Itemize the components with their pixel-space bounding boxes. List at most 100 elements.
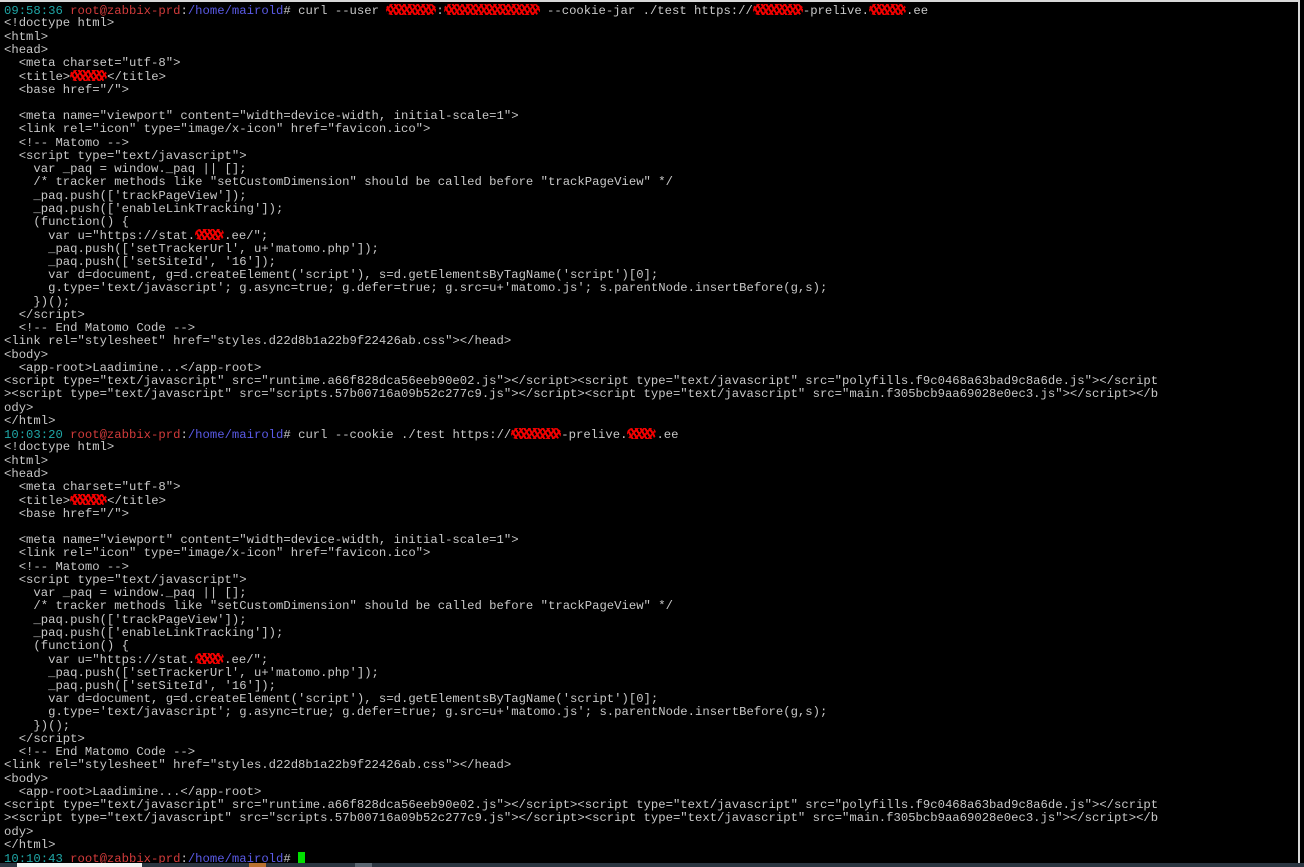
line-text: _paq.push(['trackPageView']); — [4, 612, 247, 627]
line-text: <link rel="icon" type="image/x-icon" hre… — [4, 122, 431, 137]
line-text: <link rel="stylesheet" href="styles.d22d… — [4, 758, 512, 773]
terminal-line: <script type="text/javascript" src="runt… — [4, 374, 1298, 388]
terminal-line: var u="https://stat. .ee/"; — [4, 653, 1298, 667]
line-text: <!-- Matomo --> — [4, 559, 129, 574]
redaction-scribble — [195, 229, 225, 241]
redaction-scribble — [627, 428, 657, 439]
terminal-line: <head> — [4, 467, 1298, 481]
line-text: <base href="/"> — [4, 506, 129, 521]
line-text: _paq.push(['enableLinkTracking']); — [4, 201, 284, 216]
line-text: <meta charset="utf-8"> — [4, 56, 181, 70]
prompt-sep: : — [180, 4, 188, 18]
line-text: <script type="text/javascript" src="runt… — [4, 798, 1159, 812]
line-text: </script> — [4, 731, 85, 746]
prompt-path: /home/mairold — [187, 4, 284, 18]
redaction-scribble — [70, 70, 108, 82]
terminal-line: <link rel="stylesheet" href="styles.d22d… — [4, 759, 1298, 772]
redaction-scribble — [869, 4, 907, 15]
line-text: (function() { — [4, 639, 129, 653]
line-text: </html> — [4, 837, 56, 852]
redaction-scribble — [70, 494, 108, 506]
taskbar-item[interactable] — [17, 863, 142, 867]
terminal-window[interactable]: 09:58:36 root@zabbix-prd:/home/mairold# … — [0, 0, 1300, 866]
terminal-line: <app-root>Laadimine...</app-root> — [4, 784, 1298, 799]
terminal-line: <title> </title> — [4, 494, 1298, 508]
line-text: <script type="text/javascript"> — [4, 148, 247, 163]
taskbar — [0, 863, 1304, 867]
line-text: --cookie-jar ./test https:// — [539, 4, 753, 18]
line-text: <!-- Matomo --> — [4, 135, 129, 150]
line-text: _paq.push(['setSiteId', '16']); — [4, 678, 276, 693]
line-text: _paq.push(['enableLinkTracking']); — [4, 625, 284, 640]
terminal-line: <base href="/"> — [4, 506, 1298, 521]
line-text: <script type="text/javascript" src="runt… — [4, 374, 1159, 388]
line-text: <!-- End Matomo Code --> — [4, 745, 196, 759]
redaction-scribble — [195, 653, 225, 665]
line-text: <body> — [4, 347, 49, 362]
terminal-line: <html> — [4, 453, 1298, 468]
terminal-line: })(); — [4, 295, 1298, 309]
line-text: /* tracker methods like "setCustomDimens… — [4, 175, 673, 190]
line-text: .ee — [656, 428, 679, 442]
line-text: -prelive. — [802, 4, 870, 18]
terminal-output: 09:58:36 root@zabbix-prd:/home/mairold# … — [4, 4, 1298, 866]
taskbar-item[interactable] — [355, 863, 372, 867]
line-text: <html> — [4, 29, 49, 44]
terminal-line: _paq.push(['enableLinkTracking']); — [4, 201, 1298, 216]
terminal-line: <link rel="stylesheet" href="styles.d22d… — [4, 335, 1298, 348]
line-text: /* tracker methods like "setCustomDimens… — [4, 599, 673, 614]
terminal-line: <!-- End Matomo Code --> — [4, 745, 1298, 759]
line-text: var _paq = window._paq || []; — [4, 586, 247, 600]
line-text: (function() { — [4, 215, 129, 229]
terminal-line: _paq.push(['setTrackerUrl', u+'matomo.ph… — [4, 666, 1298, 680]
terminal-line: _paq.push(['trackPageView']); — [4, 612, 1298, 627]
line-text: </html> — [4, 413, 56, 428]
terminal-line: (function() { — [4, 215, 1298, 229]
redaction-scribble — [752, 4, 803, 15]
line-text: g.type='text/javascript'; g.async=true; … — [4, 281, 828, 296]
line-text: <head> — [4, 42, 49, 57]
terminal-line: ody> — [4, 825, 1298, 839]
line-text: <body> — [4, 771, 49, 786]
terminal-line: <script type="text/javascript"> — [4, 148, 1298, 163]
redaction-scribble — [511, 428, 562, 439]
line-text: <app-root>Laadimine...</app-root> — [4, 784, 262, 799]
terminal-line: <head> — [4, 42, 1298, 57]
terminal-line: _paq.push(['setTrackerUrl', u+'matomo.ph… — [4, 242, 1298, 256]
line-text: _paq.push(['setSiteId', '16']); — [4, 254, 276, 269]
terminal-line: })(); — [4, 718, 1298, 733]
prompt-line: 09:58:36 root@zabbix-prd:/home/mairold# … — [4, 4, 1298, 18]
terminal-line: _paq.push(['trackPageView']); — [4, 189, 1298, 203]
terminal-line: <script type="text/javascript"> — [4, 573, 1298, 587]
prompt-line: 10:03:20 root@zabbix-prd:/home/mairold# … — [4, 428, 1298, 442]
line-text: <link rel="stylesheet" href="styles.d22d… — [4, 334, 512, 349]
terminal-line: </html> — [4, 837, 1298, 852]
redaction-scribble — [386, 4, 437, 15]
prompt-sep: # curl --cookie ./test https:// — [283, 428, 512, 442]
terminal-line: ><script type="text/javascript" src="scr… — [4, 388, 1298, 401]
line-text: -prelive. — [561, 428, 628, 442]
terminal-line: <html> — [4, 29, 1298, 44]
terminal-line: <!-- End Matomo Code --> — [4, 321, 1298, 335]
terminal-line: </html> — [4, 413, 1298, 428]
line-text: })(); — [4, 718, 71, 733]
taskbar-item[interactable] — [249, 863, 266, 867]
terminal-line: _paq.push(['enableLinkTracking']); — [4, 625, 1298, 640]
terminal-line: <!-- Matomo --> — [4, 135, 1298, 150]
terminal-line: ><script type="text/javascript" src="scr… — [4, 812, 1298, 825]
terminal-line: <meta charset="utf-8"> — [4, 56, 1298, 70]
terminal-line: <meta name="viewport" content="width=dev… — [4, 109, 1298, 123]
terminal-line: g.type='text/javascript'; g.async=true; … — [4, 706, 1298, 719]
terminal-line: var d=document, g=d.createElement('scrip… — [4, 268, 1298, 282]
prompt-sep: # curl --user — [283, 4, 387, 18]
line-text: <html> — [4, 453, 49, 468]
prompt-path: /home/mairold — [187, 428, 284, 442]
redaction-scribble — [443, 4, 540, 15]
line-text: var _paq = window._paq || []; — [4, 162, 247, 176]
terminal-line: <app-root>Laadimine...</app-root> — [4, 361, 1298, 375]
terminal-line: _paq.push(['setSiteId', '16']); — [4, 254, 1298, 269]
terminal-line: </script> — [4, 308, 1298, 322]
terminal-line: </script> — [4, 731, 1298, 746]
terminal-line: <link rel="icon" type="image/x-icon" hre… — [4, 547, 1298, 560]
